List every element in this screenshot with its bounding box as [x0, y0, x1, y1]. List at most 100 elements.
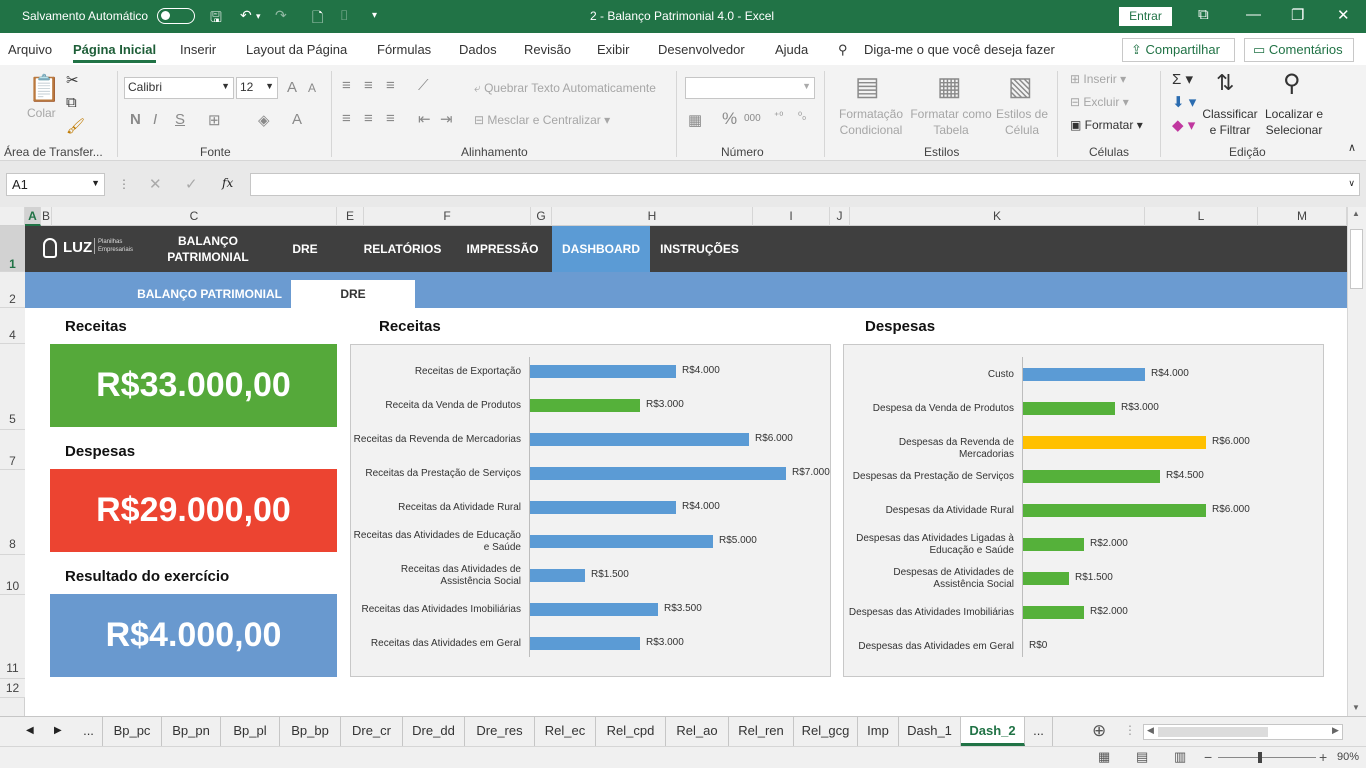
- align-left-icon[interactable]: ≡: [342, 110, 351, 127]
- chart-bar[interactable]: [1023, 470, 1160, 483]
- scroll-thumb[interactable]: [1158, 727, 1268, 737]
- sheet-tab[interactable]: Rel_ren: [729, 717, 794, 746]
- row-header[interactable]: 8: [0, 470, 25, 555]
- next-sheet-icon[interactable]: ▶: [54, 725, 62, 736]
- tab-pagina-inicial[interactable]: Página Inicial: [73, 42, 157, 63]
- sheet-tab[interactable]: Dre_res: [465, 717, 535, 746]
- increase-decimal-icon[interactable]: ⁺⁰: [774, 111, 783, 122]
- find-select-icon[interactable]: ⚲: [1283, 69, 1301, 98]
- tab-ajuda[interactable]: Ajuda: [775, 42, 808, 57]
- row-header[interactable]: 10: [0, 555, 25, 595]
- align-center-icon[interactable]: ≡: [364, 110, 373, 127]
- column-header[interactable]: H: [552, 207, 753, 226]
- sheet-tab[interactable]: Bp_pl: [221, 717, 280, 746]
- zoom-out-icon[interactable]: −: [1204, 749, 1212, 765]
- enter-icon[interactable]: ✓: [185, 175, 198, 193]
- bold-icon[interactable]: N: [130, 111, 141, 128]
- insert-cells-button[interactable]: ⊞ Inserir ▾: [1070, 72, 1126, 86]
- scroll-left-icon[interactable]: ◀: [1147, 725, 1154, 736]
- new-document-icon[interactable]: 🗋: [312, 7, 323, 31]
- tell-me-search[interactable]: Diga-me o que você deseja fazer: [864, 42, 1055, 57]
- collapse-ribbon-icon[interactable]: ∧: [1348, 141, 1356, 154]
- column-header[interactable]: A: [25, 207, 41, 226]
- borders-icon[interactable]: ⊞: [208, 111, 221, 129]
- paste-icon[interactable]: 📋: [28, 73, 60, 104]
- wrap-text-button[interactable]: ⤶ Quebrar Texto Automaticamente: [474, 81, 656, 96]
- close-icon[interactable]: ✕: [1337, 6, 1350, 24]
- nav-dashboard[interactable]: DASHBOARD: [552, 226, 650, 272]
- page-layout-icon[interactable]: ▤: [1136, 749, 1148, 765]
- comments-button[interactable]: ▭ Comentários: [1244, 38, 1354, 62]
- normal-view-icon[interactable]: ▦: [1098, 749, 1110, 765]
- undo-dropdown-icon[interactable]: ▾: [256, 11, 261, 22]
- ribbon-display-icon[interactable]: ⧉: [1198, 6, 1209, 23]
- chart-bar[interactable]: [1023, 436, 1206, 449]
- customize-quick-access-icon[interactable]: ▾: [372, 10, 377, 21]
- italic-icon[interactable]: I: [153, 111, 157, 128]
- column-header[interactable]: F: [364, 207, 531, 226]
- column-header[interactable]: I: [753, 207, 830, 226]
- sheet-tab[interactable]: Dre_cr: [341, 717, 403, 746]
- fill-icon[interactable]: ⬇ ▾: [1172, 93, 1196, 111]
- row-header[interactable]: 7: [0, 430, 25, 470]
- chart-bar[interactable]: [530, 535, 713, 548]
- chart-bar[interactable]: [530, 399, 640, 412]
- autosum-icon[interactable]: Σ ▾: [1172, 70, 1193, 88]
- row-header[interactable]: 1: [0, 226, 25, 272]
- chart-bar[interactable]: [1023, 504, 1206, 517]
- tab-dados[interactable]: Dados: [459, 42, 497, 57]
- insert-function-icon[interactable]: fx: [222, 176, 233, 190]
- chart-bar[interactable]: [1023, 538, 1084, 551]
- nav-relatorios[interactable]: RELATÓRIOS: [355, 226, 450, 272]
- increase-font-icon[interactable]: A: [287, 79, 297, 96]
- subnav-balanco[interactable]: BALANÇO PATRIMONIAL: [132, 280, 287, 308]
- scroll-up-icon[interactable]: ▲: [1352, 209, 1360, 218]
- sort-filter-icon[interactable]: ⇅: [1216, 70, 1234, 96]
- zoom-slider-thumb[interactable]: [1258, 752, 1262, 763]
- align-right-icon[interactable]: ≡: [386, 110, 395, 127]
- camera-icon[interactable]: ⌷: [340, 7, 348, 24]
- cell-styles-button[interactable]: Estilos de Célula: [994, 106, 1050, 138]
- sheet-tab[interactable]: Rel_ec: [535, 717, 596, 746]
- row-header[interactable]: 4: [0, 308, 25, 344]
- nav-balanco[interactable]: BALANÇO PATRIMONIAL: [158, 226, 258, 272]
- sheet-tab[interactable]: ...: [1025, 717, 1053, 746]
- delete-cells-button[interactable]: ⊟ Excluir ▾: [1070, 95, 1129, 109]
- zoom-slider[interactable]: [1218, 757, 1316, 758]
- cell-styles-icon[interactable]: ▧: [1008, 71, 1033, 102]
- font-size-select[interactable]: 12 ▼: [236, 77, 278, 99]
- increase-indent-icon[interactable]: ⇥: [440, 110, 453, 128]
- conditional-format-icon[interactable]: ▤: [855, 71, 880, 102]
- scroll-right-icon[interactable]: ▶: [1332, 725, 1339, 736]
- horizontal-scrollbar[interactable]: ◀ ▶: [1143, 724, 1343, 740]
- scroll-thumb[interactable]: [1350, 229, 1363, 289]
- nav-instrucoes[interactable]: INSTRUÇÕES: [652, 226, 747, 272]
- expand-formula-icon[interactable]: ∨: [1348, 178, 1355, 189]
- align-top-icon[interactable]: ≡: [342, 77, 351, 94]
- column-header[interactable]: E: [337, 207, 364, 226]
- tab-revisao[interactable]: Revisão: [524, 42, 571, 57]
- tab-desenvolvedor[interactable]: Desenvolvedor: [658, 42, 745, 57]
- share-button[interactable]: ⇪ Compartilhar: [1122, 38, 1235, 62]
- sheet-tab[interactable]: Dash_1: [899, 717, 961, 746]
- vertical-scrollbar[interactable]: ▲ ▼: [1347, 207, 1366, 716]
- chart-bar[interactable]: [530, 603, 658, 616]
- copy-icon[interactable]: ⧉: [66, 94, 77, 111]
- minimize-icon[interactable]: —: [1246, 6, 1261, 23]
- chart-bar[interactable]: [530, 467, 786, 480]
- orientation-icon[interactable]: ⟋: [418, 77, 429, 94]
- cut-icon[interactable]: ✂: [66, 71, 79, 89]
- format-table-icon[interactable]: ▦: [937, 71, 962, 102]
- currency-icon[interactable]: ▦: [688, 111, 702, 129]
- underline-icon[interactable]: S: [175, 111, 185, 128]
- sheet-tab[interactable]: ...: [75, 717, 103, 746]
- add-sheet-icon[interactable]: ⊕: [1092, 721, 1106, 741]
- formula-input[interactable]: ∨: [250, 173, 1360, 196]
- row-header[interactable]: 2: [0, 272, 25, 308]
- column-header[interactable]: G: [531, 207, 552, 226]
- format-painter-icon[interactable]: 🖌: [66, 117, 85, 135]
- sheet-tab[interactable]: Bp_pc: [103, 717, 162, 746]
- undo-icon[interactable]: ↶: [240, 7, 252, 24]
- column-header[interactable]: C: [52, 207, 337, 226]
- chart-bar[interactable]: [530, 569, 585, 582]
